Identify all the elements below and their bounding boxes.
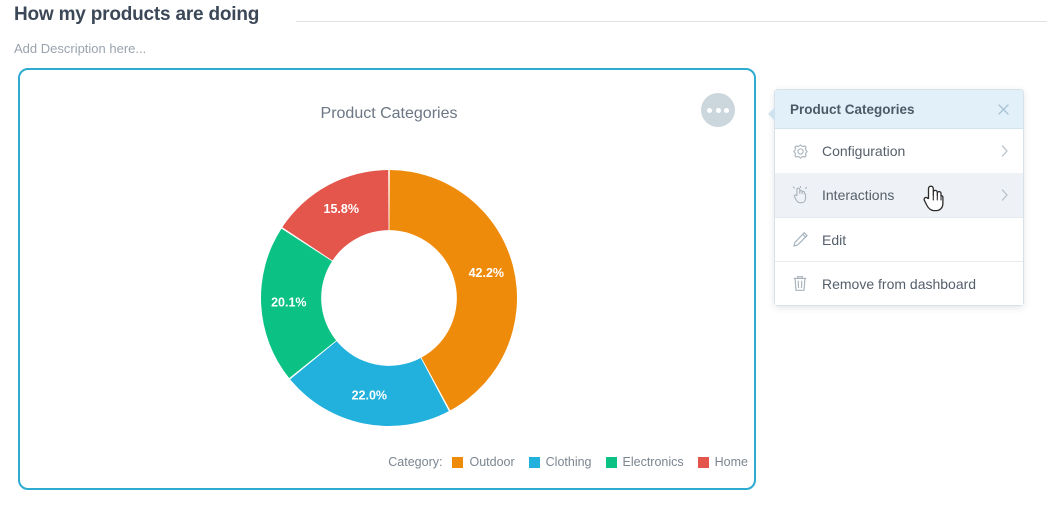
gear-icon <box>789 140 811 162</box>
legend-item-label: Home <box>715 455 748 469</box>
context-menu-header: Product Categories <box>775 90 1023 129</box>
donut-chart-canvas: 42.2% 22.0% 20.1% 15.8% <box>249 158 529 438</box>
chevron-right-icon <box>999 145 1011 157</box>
donut-slice-label: 20.1% <box>271 295 306 309</box>
legend-item[interactable]: Electronics <box>606 455 684 469</box>
ellipsis-icon-dot <box>707 108 712 113</box>
ellipsis-icon-dot <box>716 108 721 113</box>
widget-card[interactable]: Product Categories 42.2%22.0%20.1%15.8% … <box>18 68 756 490</box>
legend-swatch <box>698 457 709 468</box>
legend-item[interactable]: Outdoor <box>452 455 514 469</box>
close-icon[interactable] <box>993 99 1013 119</box>
legend-item-label: Electronics <box>623 455 684 469</box>
donut-slice-label: 42.2% <box>469 266 504 280</box>
context-menu-item-interactions[interactable]: Interactions <box>775 173 1023 217</box>
hand-pointer-icon <box>789 184 811 206</box>
context-menu-item-label: Edit <box>822 232 1011 248</box>
legend-item[interactable]: Clothing <box>529 455 592 469</box>
ellipsis-icon-dot <box>724 108 729 113</box>
legend-swatch <box>452 457 463 468</box>
page-title: How my products are doing <box>14 4 259 26</box>
legend-item-label: Outdoor <box>469 455 514 469</box>
context-menu-items: Configuration Interactions Edit Remove from… <box>775 129 1023 305</box>
dashboard-description[interactable]: Add Description here... <box>14 41 146 56</box>
donut-chart: 42.2% 22.0% 20.1% 15.8% <box>20 158 758 438</box>
pencil-icon <box>789 229 811 251</box>
widget-title: Product Categories <box>20 105 758 123</box>
dashboard-header: How my products are doing Add Descriptio… <box>0 0 1049 62</box>
context-menu-item-configuration[interactable]: Configuration <box>775 129 1023 173</box>
legend-item[interactable]: Home <box>698 455 748 469</box>
legend-caption: Category: <box>388 455 442 469</box>
trash-icon <box>789 273 811 295</box>
widget-menu-button[interactable] <box>701 93 735 127</box>
legend-swatch <box>529 457 540 468</box>
legend-item-label: Clothing <box>546 455 592 469</box>
context-menu-heading: Product Categories <box>790 102 993 117</box>
legend-items: Outdoor Clothing Electronics Home <box>452 455 748 469</box>
header-divider <box>296 21 1047 22</box>
context-menu-item-remove-from-dashboard[interactable]: Remove from dashboard <box>775 261 1023 305</box>
context-menu-item-label: Interactions <box>822 187 999 203</box>
donut-slice-label: 15.8% <box>324 202 359 216</box>
widget-context-menu[interactable]: Product Categories Configuration Interact… <box>774 89 1024 306</box>
context-menu-item-label: Configuration <box>822 143 999 159</box>
context-menu-item-label: Remove from dashboard <box>822 276 1011 292</box>
chevron-right-icon <box>999 189 1011 201</box>
legend-swatch <box>606 457 617 468</box>
context-menu-item-edit[interactable]: Edit <box>775 217 1023 261</box>
donut-slice-label: 22.0% <box>352 389 387 403</box>
caret-left-icon <box>768 107 775 121</box>
donut-chart-svg: 42.2% 22.0% 20.1% 15.8% <box>249 158 529 438</box>
chart-legend: Category: Outdoor Clothing Electronics Home <box>20 455 758 469</box>
